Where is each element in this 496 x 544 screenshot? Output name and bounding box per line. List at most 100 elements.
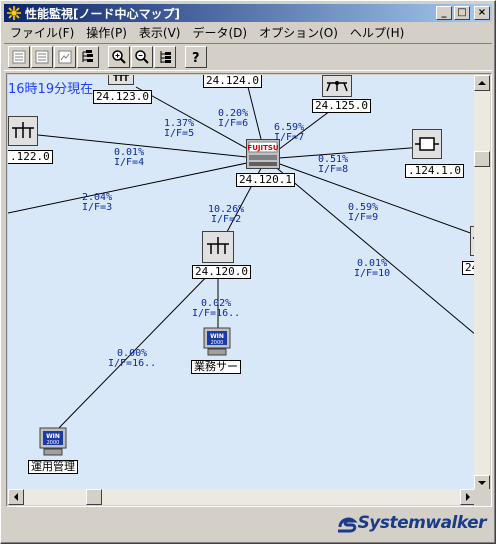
link-label-if8: 0.51% I/F=8: [318, 155, 348, 175]
close-button[interactable]: ×: [474, 6, 490, 20]
link-label-if7: 6.59% I/F=7: [274, 123, 304, 143]
timestamp: 16時19分現在: [8, 82, 94, 97]
fujitsu-brand: FUJITSU: [247, 144, 278, 152]
vertical-scroll-thumb[interactable]: [474, 151, 490, 167]
menu-help[interactable]: ヘルプ(H): [344, 24, 410, 41]
map-panel: 16時19分現在 24.123.0 24.124.0 24.125.0 .122…: [6, 73, 492, 507]
link-if: I/F=8: [318, 164, 349, 175]
graph-view-icon: [58, 50, 72, 64]
node-label[interactable]: 24.123.0: [93, 90, 152, 104]
link-line: [265, 158, 476, 336]
link-if: I/F=2: [211, 214, 242, 225]
link-label-if10: 0.01% I/F=10: [354, 259, 390, 279]
hierarchy-icon: [160, 51, 171, 63]
windows-admin-icon[interactable]: WIN 2000: [38, 427, 68, 457]
hub-icon[interactable]: [412, 129, 442, 159]
svg-text:WIN: WIN: [210, 333, 224, 340]
arrow-right-icon: [466, 493, 470, 501]
toolbar: ?: [4, 43, 492, 71]
help-icon: ?: [192, 51, 200, 65]
link-label-if6: 0.20% I/F=6: [218, 109, 248, 129]
node-label[interactable]: 24.120.0: [192, 265, 251, 279]
menu-file[interactable]: ファイル(F): [4, 24, 80, 41]
map-links: [8, 78, 476, 434]
router-icon[interactable]: [202, 231, 234, 263]
link-if: I/F=16..: [108, 358, 157, 369]
status-bar: Systemwalker: [4, 509, 492, 541]
link-if: I/F=3: [82, 202, 113, 213]
tree-icon: [82, 50, 93, 62]
svg-text:2000: 2000: [47, 440, 60, 446]
link-if: I/F=16..: [192, 308, 241, 319]
router-icon[interactable]: [8, 116, 38, 146]
link-label-if3: 2.04% I/F=3: [82, 193, 112, 213]
view-list-1-button[interactable]: [8, 46, 30, 68]
scroll-left-button[interactable]: [8, 489, 24, 505]
systemwalker-logo-icon: [337, 517, 358, 533]
minimize-icon: _: [441, 7, 447, 18]
svg-text:?: ?: [192, 51, 200, 65]
menu-data[interactable]: データ(D): [186, 24, 253, 41]
horizontal-scroll-thumb[interactable]: [86, 489, 102, 505]
hierarchy-button[interactable]: [154, 46, 176, 68]
link-if: I/F=6: [218, 118, 249, 129]
help-button[interactable]: ?: [185, 46, 207, 68]
zoom-out-icon: [135, 50, 149, 64]
windows-server-icon[interactable]: WIN 2000: [202, 327, 232, 357]
zoom-in-button[interactable]: [108, 46, 130, 68]
app-window: 性能監視[ノード中心マップ] _ □ × ファイル(F) 操作(P) 表示(V)…: [0, 0, 496, 544]
view-list-2-button[interactable]: [31, 46, 53, 68]
link-if: I/F=7: [274, 132, 305, 143]
scroll-corner: [474, 489, 490, 505]
scroll-up-button[interactable]: [474, 75, 490, 91]
link-label-if16b: 0.00% I/F=16..: [108, 349, 156, 369]
maximize-button[interactable]: □: [454, 6, 470, 20]
link-label-if5: 1.37% I/F=5: [164, 119, 194, 139]
title-bar[interactable]: 性能監視[ノード中心マップ] _ □ ×: [4, 4, 492, 22]
vertical-scrollbar[interactable]: [474, 75, 490, 491]
link-if: I/F=4: [114, 157, 145, 168]
fujitsu-router-icon[interactable]: FUJITSU: [246, 139, 280, 169]
node-label[interactable]: .122.0: [8, 150, 53, 164]
menu-options[interactable]: オプション(O): [253, 24, 344, 41]
arrow-up-icon: [478, 81, 486, 85]
link-label-if4: 0.01% I/F=4: [114, 148, 144, 168]
router-icon[interactable]: [322, 75, 352, 97]
systemwalker-logo: Systemwalker: [336, 513, 487, 533]
link-label-if9: 0.59% I/F=9: [348, 203, 378, 223]
menu-bar: ファイル(F) 操作(P) 表示(V) データ(D) オプション(O) ヘルプ(…: [4, 23, 492, 41]
link-line: [37, 134, 267, 160]
router-icon[interactable]: [108, 75, 134, 85]
tree-view-button[interactable]: [77, 46, 99, 68]
close-icon: ×: [477, 7, 487, 18]
zoom-in-icon: [112, 50, 126, 64]
link-if: I/F=10: [354, 268, 391, 279]
maximize-icon: □: [457, 7, 467, 18]
node-label[interactable]: 24.120.1: [236, 173, 295, 187]
list-view-icon: [12, 50, 26, 64]
link-if: I/F=9: [348, 212, 379, 223]
node-map[interactable]: 16時19分現在 24.123.0 24.124.0 24.125.0 .122…: [8, 75, 476, 491]
window-title: 性能監視[ノード中心マップ]: [25, 6, 180, 21]
arrow-left-icon: [14, 493, 18, 501]
node-label[interactable]: 業務サー: [191, 360, 241, 374]
brand-name: Systemwalker: [357, 513, 487, 533]
link-label-if2: 10.26% I/F=2: [208, 205, 244, 225]
link-label-if16a: 0.02% I/F=16..: [192, 299, 240, 319]
minimize-button[interactable]: _: [436, 6, 452, 20]
arrow-down-icon: [478, 481, 486, 485]
view-list-3-button[interactable]: [54, 46, 76, 68]
node-label[interactable]: 24.124.0: [203, 75, 262, 88]
link-if: I/F=5: [164, 128, 195, 139]
zoom-out-button[interactable]: [131, 46, 153, 68]
node-label[interactable]: 24.125.0: [312, 99, 371, 113]
svg-text:WIN: WIN: [46, 433, 60, 440]
horizontal-scrollbar[interactable]: [8, 489, 476, 505]
menu-operation[interactable]: 操作(P): [80, 24, 133, 41]
app-icon: [7, 6, 21, 20]
menu-view[interactable]: 表示(V): [133, 24, 187, 41]
node-label[interactable]: .124.1.0: [405, 164, 464, 178]
list-view-icon: [35, 50, 49, 64]
node-label[interactable]: 運用管理: [28, 460, 78, 474]
svg-text:2000: 2000: [211, 340, 224, 346]
